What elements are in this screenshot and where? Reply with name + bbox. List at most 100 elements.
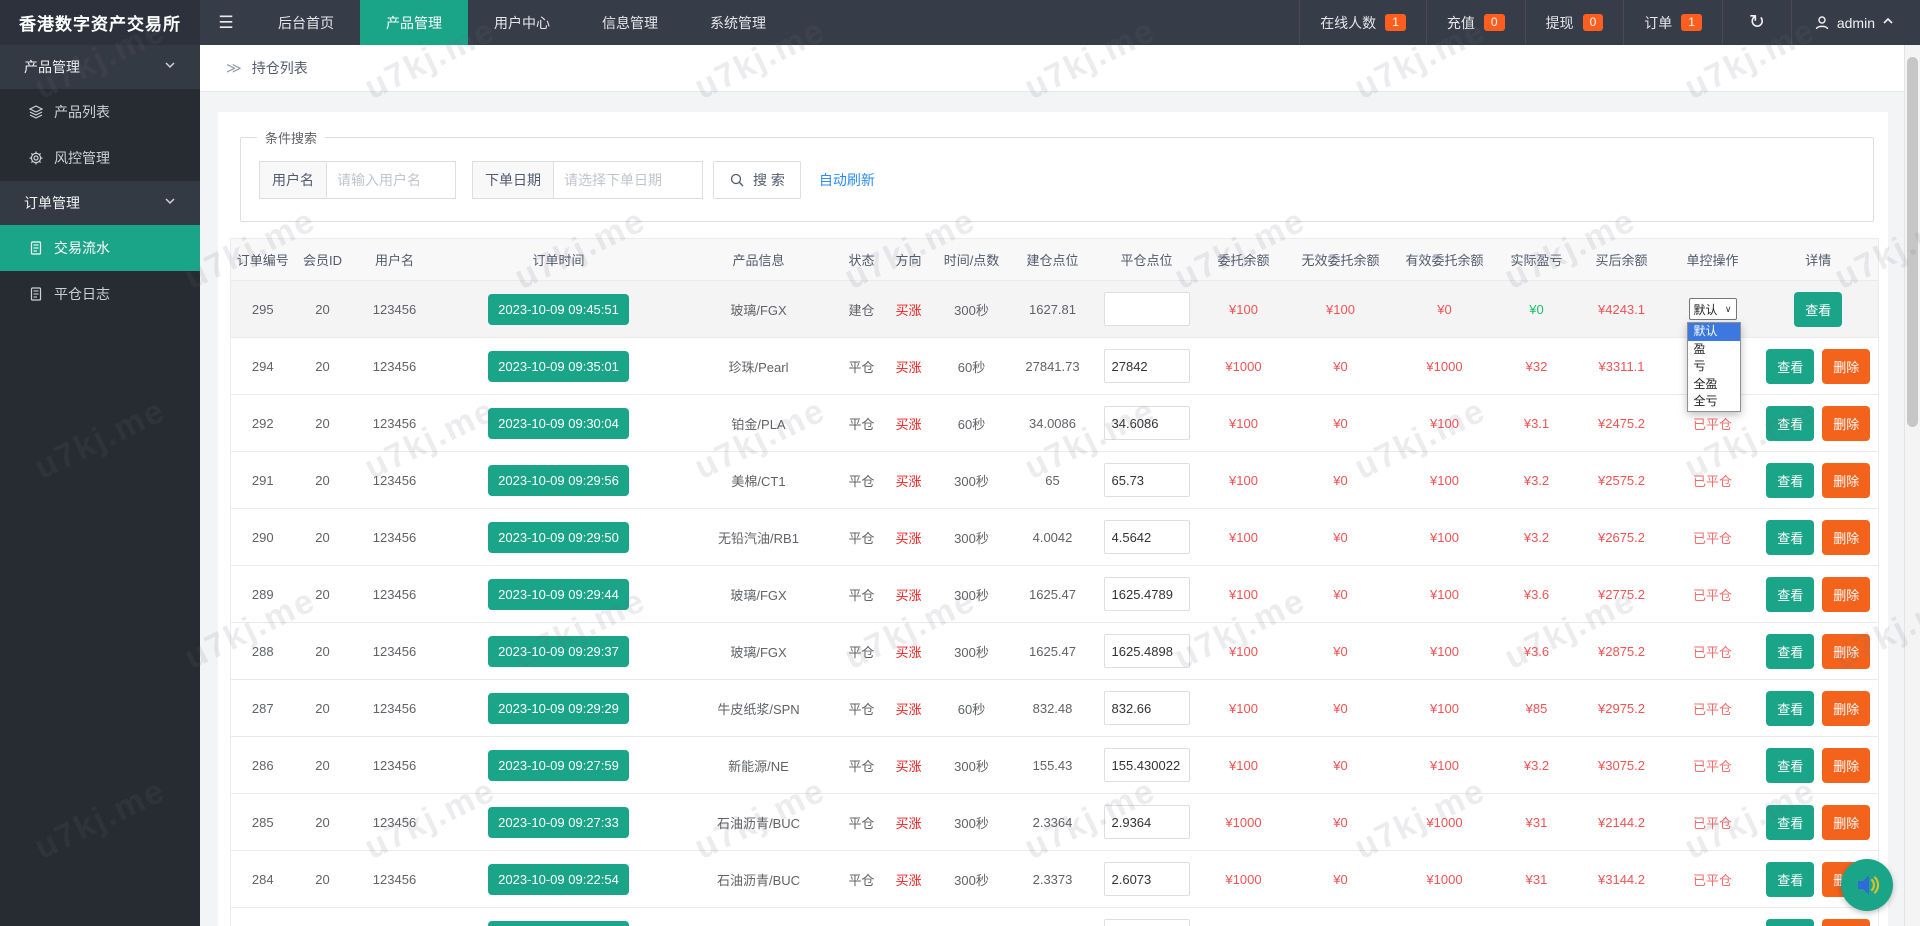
sidebar-item-1-2[interactable]: 风控管理	[0, 135, 200, 181]
view-button[interactable]: 查看	[1766, 348, 1815, 384]
order-time-button[interactable]: 2023-10-09 09:35:01	[488, 350, 629, 382]
username-cell-value: 123456	[372, 529, 417, 545]
top-stat-1[interactable]: 在线人数 1	[1299, 0, 1426, 45]
dropdown-option-2[interactable]: 盈	[1688, 341, 1740, 359]
auto-refresh-link[interactable]: 自动刷新	[819, 170, 875, 190]
order-time-button[interactable]: 2023-10-09 09:27:33	[488, 806, 629, 838]
dropdown-option-1[interactable]: 默认	[1687, 323, 1740, 341]
table-row-290: 290 20 123456 2023-10-09 09:29:50 无铅汽油/RB1 平仓…	[230, 508, 1879, 566]
after-balance-cell: ¥2875.2	[1576, 622, 1667, 680]
invalid-entrust-cell: ¥0	[1288, 337, 1393, 395]
layers-icon	[28, 104, 44, 120]
delete-button[interactable]: 删除	[1822, 519, 1871, 555]
close-point-input[interactable]	[1103, 748, 1190, 782]
after-balance-cell: ¥2775.2	[1576, 565, 1667, 623]
sidebar-item-2-2[interactable]: 平仓日志	[0, 271, 200, 317]
nav-item-4[interactable]: 信息管理	[576, 0, 684, 45]
sidebar-group-2[interactable]: 订单管理	[0, 181, 200, 225]
direction-cell: 买涨	[884, 850, 933, 908]
sound-notification-button[interactable]	[1841, 859, 1893, 911]
delete-button[interactable]: 删除	[1822, 576, 1871, 612]
search-button[interactable]: 搜 索	[713, 161, 801, 199]
order-time-button[interactable]: 2023-10-09 09:29:50	[488, 521, 629, 553]
close-point-input[interactable]	[1103, 349, 1190, 383]
sidebar-group-1[interactable]: 产品管理	[0, 45, 200, 89]
order-time-button[interactable]: 2023-10-09 09:30:04	[488, 407, 629, 439]
order-time-button[interactable]: 2023-10-09 09:29:44	[488, 578, 629, 610]
close-point-input[interactable]	[1103, 463, 1190, 497]
valid-entrust-cell: ¥100	[1392, 394, 1497, 452]
delete-button[interactable]: 删除	[1822, 804, 1871, 840]
product-cell-value: 石油沥青/BUC	[716, 872, 801, 888]
close-point-input[interactable]	[1103, 520, 1190, 554]
valid-entrust-cell: ¥1000	[1392, 850, 1497, 908]
view-button[interactable]: 查看	[1766, 918, 1815, 926]
delete-button[interactable]: 删除	[1822, 633, 1871, 669]
delete-button[interactable]: 删除	[1822, 690, 1871, 726]
order-date-filter-input[interactable]	[553, 161, 703, 199]
nav-item-3[interactable]: 用户中心	[468, 0, 576, 45]
delete-button[interactable]: 删除	[1822, 405, 1871, 441]
invalid-entrust-cell-value: ¥0	[1333, 757, 1348, 773]
top-stat-4[interactable]: 订单 1	[1623, 0, 1722, 45]
close-point-input[interactable]	[1103, 862, 1190, 896]
hamburger-menu-icon[interactable]: ☰	[200, 0, 252, 45]
refresh-button[interactable]: ↻	[1721, 0, 1791, 45]
dropdown-option-3[interactable]: 亏	[1688, 358, 1740, 376]
delete-button[interactable]: 删除	[1822, 348, 1871, 384]
search-row: 用户名 下单日期 搜 索 自动刷新	[241, 147, 1873, 221]
single-control-select[interactable]: 默认 ∨	[1688, 298, 1737, 320]
order-time-button[interactable]: 2023-10-09 09:22:54	[488, 863, 629, 895]
duration-cell-value: 60秒	[957, 416, 986, 432]
product-cell-value: 无铅汽油/RB1	[718, 530, 799, 546]
dropdown-option-5[interactable]: 全亏	[1688, 393, 1740, 411]
order-time-button[interactable]: 2023-10-09 09:27:59	[488, 749, 629, 781]
close-point-input[interactable]	[1103, 577, 1190, 611]
product-cell-value: 新能源/NE	[728, 758, 789, 774]
view-button[interactable]: 查看	[1766, 405, 1815, 441]
username-filter-input[interactable]	[326, 161, 456, 199]
sidebar-item-2-1[interactable]: 交易流水	[0, 225, 200, 271]
page-scrollbar[interactable]	[1904, 45, 1920, 926]
product-cell: 宝石/Gemstone	[678, 907, 839, 926]
view-button[interactable]: 查看	[1766, 690, 1815, 726]
close-point-input[interactable]	[1103, 292, 1190, 326]
view-button[interactable]: 查看	[1766, 861, 1815, 897]
after-balance-cell-value: ¥2675.2	[1598, 529, 1645, 545]
nav-item-5[interactable]: 系统管理	[684, 0, 792, 45]
dropdown-option-4[interactable]: 全盈	[1688, 376, 1740, 394]
order-time-button[interactable]: 2023-10-09 09:29:56	[488, 464, 629, 496]
view-button[interactable]: 查看	[1766, 576, 1815, 612]
nav-item-2[interactable]: 产品管理	[360, 0, 468, 45]
close-point-input[interactable]	[1103, 406, 1190, 440]
order-time-button[interactable]: 2023-10-09 09:29:37	[488, 635, 629, 667]
close-point-input[interactable]	[1103, 805, 1190, 839]
sidebar-item-1-1[interactable]: 产品列表	[0, 89, 200, 135]
top-stat-2[interactable]: 充值 0	[1425, 0, 1525, 45]
view-button[interactable]: 查看	[1766, 462, 1815, 498]
close-point-input[interactable]	[1103, 691, 1190, 725]
view-button[interactable]: 查看	[1794, 291, 1843, 327]
view-button[interactable]: 查看	[1766, 747, 1815, 783]
delete-button[interactable]: 删除	[1822, 462, 1871, 498]
admin-user-menu[interactable]: admin	[1790, 0, 1920, 45]
control-cell: 已平仓	[1666, 793, 1759, 851]
order-time-button[interactable]: 2023-10-09 09:45:51	[488, 293, 629, 325]
username-cell: 123456	[350, 622, 439, 680]
product-cell: 铂金/PLA	[678, 394, 839, 452]
invalid-entrust-cell: ¥0	[1288, 622, 1393, 680]
scrollbar-thumb[interactable]	[1907, 57, 1918, 427]
invalid-entrust-cell: ¥0	[1288, 736, 1393, 794]
nav-item-1[interactable]: 后台首页	[252, 0, 360, 45]
view-button[interactable]: 查看	[1766, 804, 1815, 840]
view-button[interactable]: 查看	[1766, 633, 1815, 669]
delete-button[interactable]: 删除	[1822, 747, 1871, 783]
close-point-input[interactable]	[1103, 634, 1190, 668]
member-id-cell: 20	[294, 622, 351, 680]
delete-button[interactable]: 删除	[1822, 918, 1871, 926]
close-point-input[interactable]	[1103, 919, 1190, 926]
view-button[interactable]: 查看	[1766, 519, 1815, 555]
top-stat-3[interactable]: 提现 0	[1524, 0, 1624, 45]
order-time-button[interactable]: 2023-10-09 09:29:29	[488, 692, 629, 724]
order-time-button[interactable]: 2023-10-09 09:21:20	[488, 920, 629, 926]
